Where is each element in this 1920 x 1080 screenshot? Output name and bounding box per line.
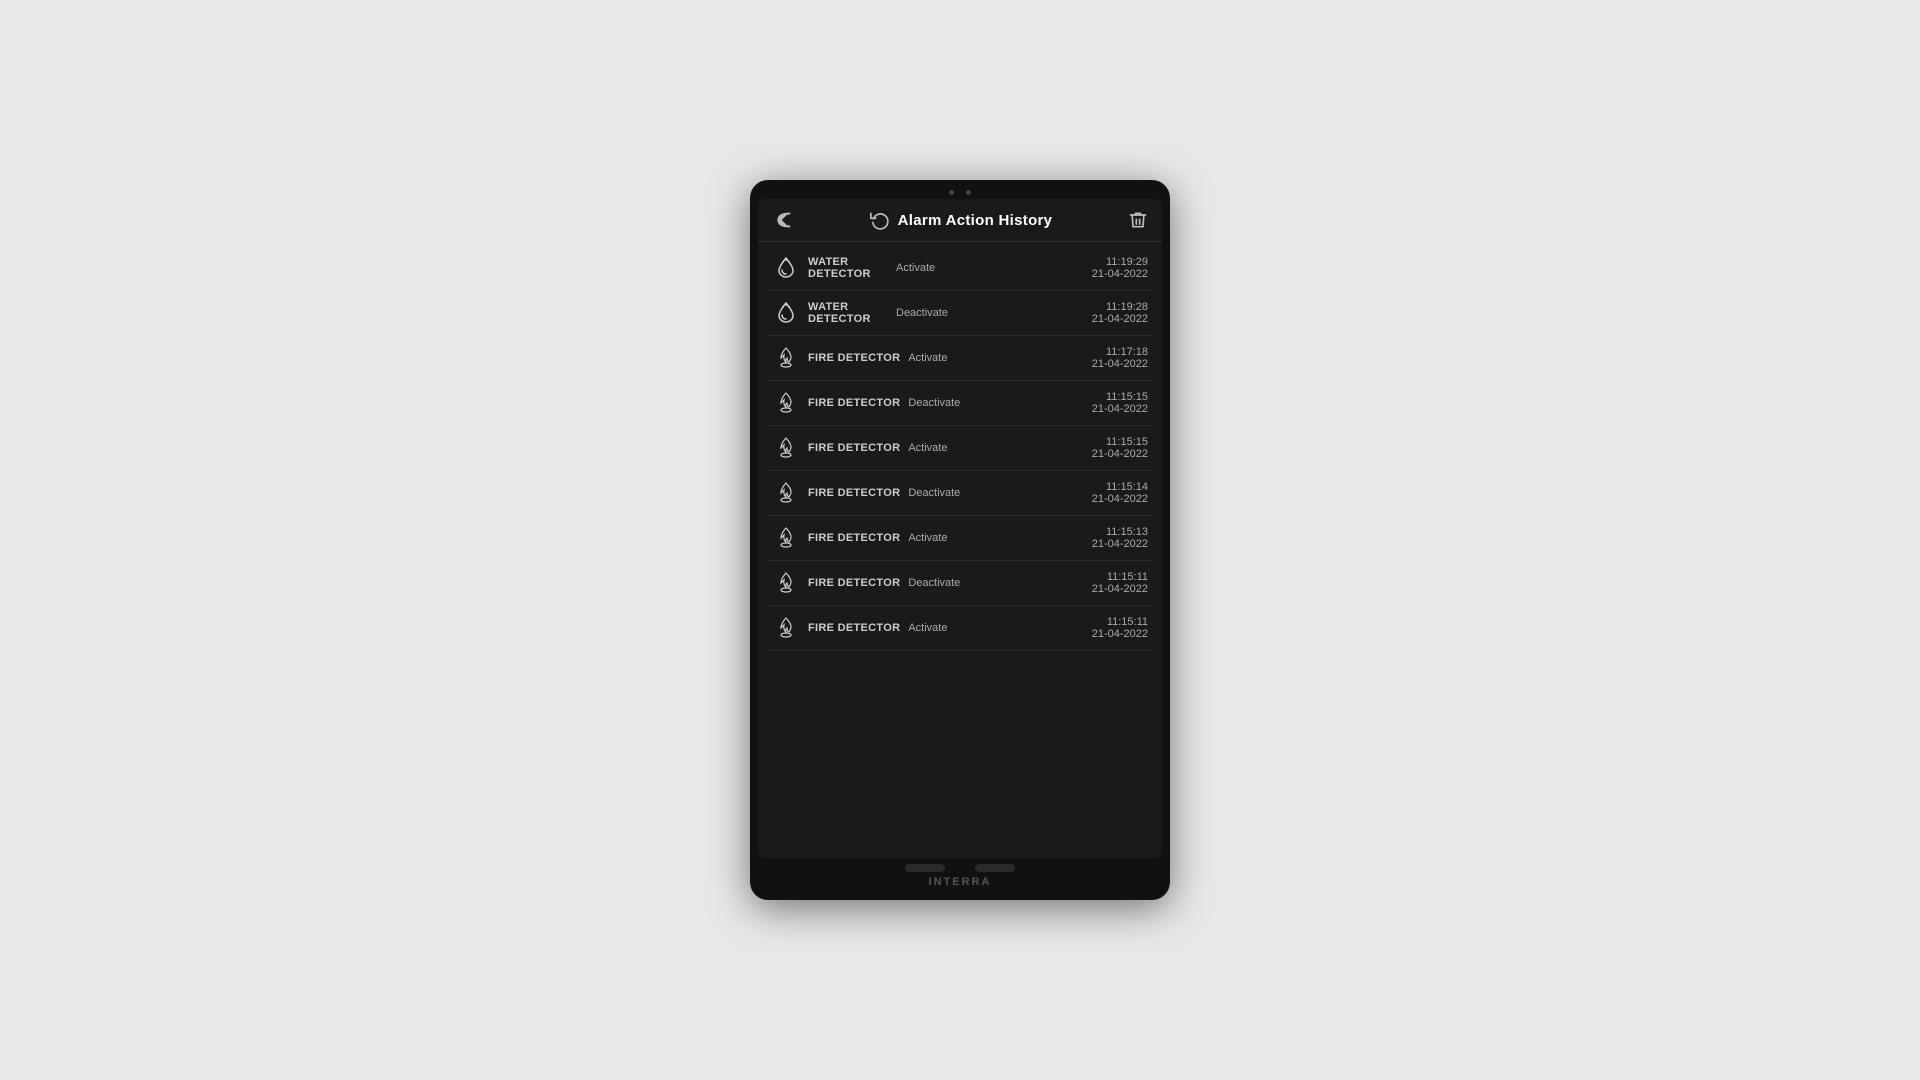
water-detector-icon <box>772 299 800 327</box>
bottom-buttons <box>905 864 1015 872</box>
item-action: Activate <box>908 622 1083 634</box>
item-action: Deactivate <box>896 307 1084 319</box>
fire-detector-icon <box>772 569 800 597</box>
item-action: Activate <box>908 352 1083 364</box>
item-datetime: 11:15:1121-04-2022 <box>1092 571 1148 595</box>
list-item: FIRE DETECTOR Deactivate 11:15:1421-04-202… <box>766 471 1154 516</box>
item-action: Deactivate <box>908 577 1083 589</box>
bottom-btn-right[interactable] <box>975 864 1015 872</box>
item-datetime: 11:15:1521-04-2022 <box>1092 436 1148 460</box>
item-name: FIRE DETECTOR <box>808 487 900 499</box>
item-datetime: 11:15:1121-04-2022 <box>1092 616 1148 640</box>
list-item: FIRE DETECTOR Activate 11:15:1321-04-2022 <box>766 516 1154 561</box>
item-datetime: 11:17:1821-04-2022 <box>1092 346 1148 370</box>
brand-label: INTERRA <box>929 876 992 888</box>
item-datetime: 11:19:2821-04-2022 <box>1092 301 1148 325</box>
device-bottom: INTERRA <box>758 858 1162 892</box>
device-frame: Alarm Action History WATERDETECTORActiva <box>750 180 1170 900</box>
item-datetime: 11:15:1321-04-2022 <box>1092 526 1148 550</box>
item-name: FIRE DETECTOR <box>808 397 900 409</box>
fire-detector-icon <box>772 614 800 642</box>
item-action: Deactivate <box>908 487 1083 499</box>
fire-detector-icon <box>772 434 800 462</box>
item-datetime: 11:19:2921-04-2022 <box>1092 256 1148 280</box>
fire-detector-icon <box>772 344 800 372</box>
fire-detector-icon <box>772 524 800 552</box>
bottom-btn-left[interactable] <box>905 864 945 872</box>
item-name: WATERDETECTOR <box>808 301 888 325</box>
item-action: Activate <box>896 262 1084 274</box>
fire-detector-icon <box>772 479 800 507</box>
item-name: FIRE DETECTOR <box>808 442 900 454</box>
list-item: FIRE DETECTOR Activate 11:15:1121-04-2022 <box>766 606 1154 651</box>
page-title: Alarm Action History <box>898 212 1053 229</box>
screen: Alarm Action History WATERDETECTORActiva <box>758 199 1162 858</box>
list-item: FIRE DETECTOR Deactivate 11:15:1521-04-202… <box>766 381 1154 426</box>
list-item: WATERDETECTOR Activate 11:19:2921-04-2022 <box>766 246 1154 291</box>
header: Alarm Action History <box>758 199 1162 242</box>
delete-button[interactable] <box>1128 210 1148 230</box>
item-datetime: 11:15:1421-04-2022 <box>1092 481 1148 505</box>
fire-detector-icon <box>772 389 800 417</box>
list-item: FIRE DETECTOR Activate 11:17:1821-04-2022 <box>766 336 1154 381</box>
item-name: FIRE DETECTOR <box>808 352 900 364</box>
list-item: WATERDETECTOR Deactivate 11:19:2821-04-202… <box>766 291 1154 336</box>
item-action: Activate <box>908 532 1083 544</box>
water-detector-icon <box>772 254 800 282</box>
item-name: FIRE DETECTOR <box>808 577 900 589</box>
item-name: FIRE DETECTOR <box>808 622 900 634</box>
item-action: Activate <box>908 442 1083 454</box>
back-button[interactable] <box>772 209 794 231</box>
item-datetime: 11:15:1521-04-2022 <box>1092 391 1148 415</box>
refresh-icon <box>870 210 890 230</box>
dot-right <box>966 190 971 195</box>
list-item: FIRE DETECTOR Activate 11:15:1521-04-2022 <box>766 426 1154 471</box>
dot-left <box>949 190 954 195</box>
history-list: WATERDETECTORActivate11:19:2921-04-2022 … <box>758 242 1162 858</box>
list-item: FIRE DETECTOR Deactivate 11:15:1121-04-202… <box>766 561 1154 606</box>
item-action: Deactivate <box>908 397 1083 409</box>
item-name: WATERDETECTOR <box>808 256 888 280</box>
item-name: FIRE DETECTOR <box>808 532 900 544</box>
top-indicators <box>949 190 971 195</box>
